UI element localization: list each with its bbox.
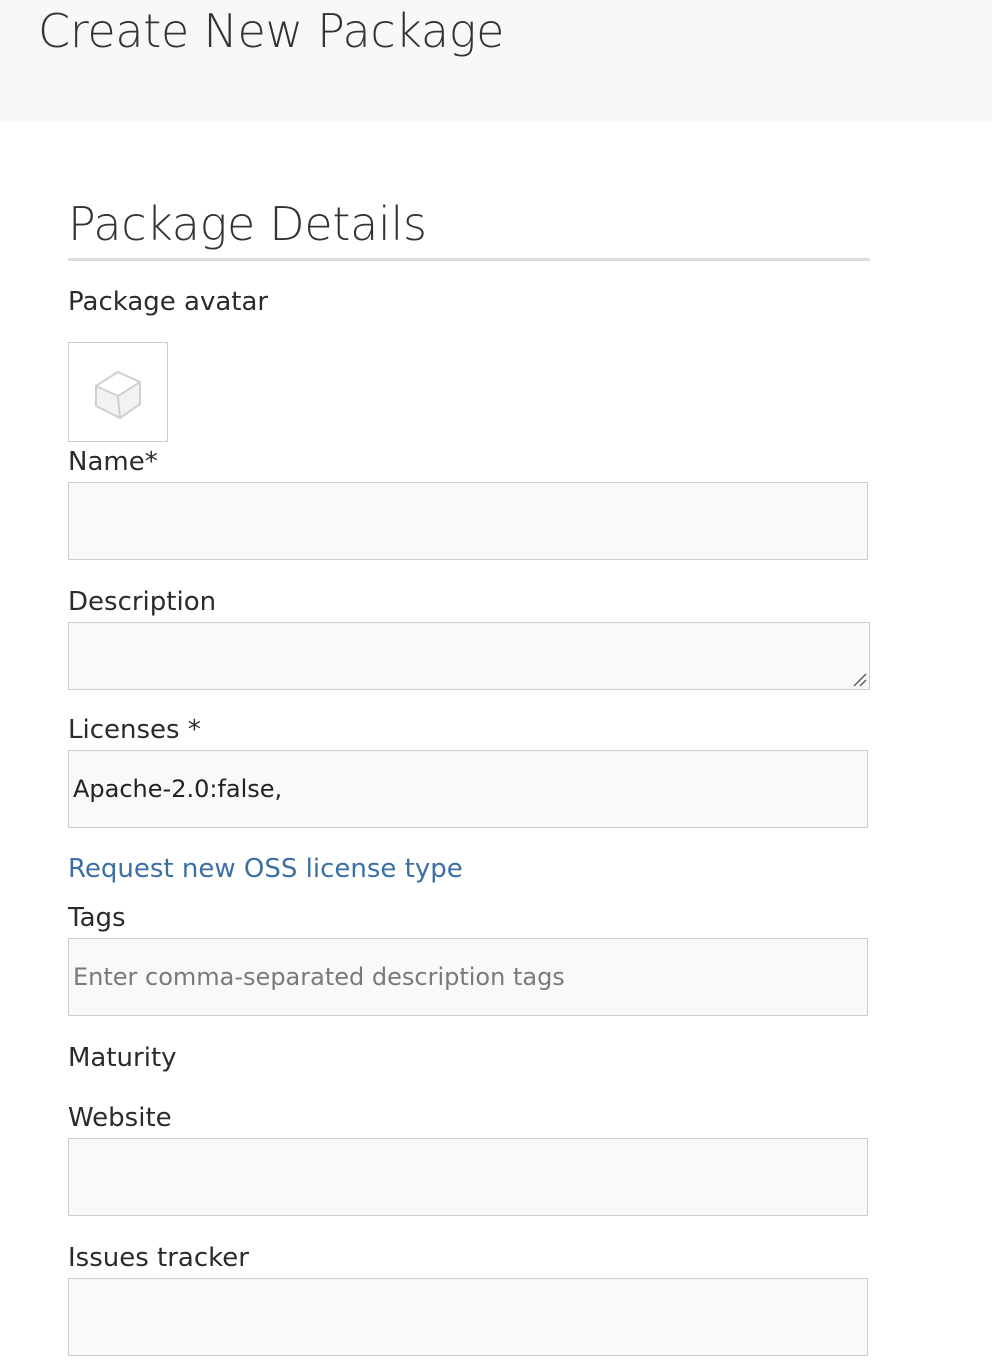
page-header: Create New Package [0, 0, 992, 122]
page-title: Create New Package [38, 4, 505, 58]
website-label: Website [68, 1103, 172, 1133]
website-input[interactable] [68, 1138, 868, 1216]
package-avatar-button[interactable] [68, 342, 168, 442]
name-input[interactable] [68, 482, 868, 560]
licenses-input[interactable] [68, 750, 868, 828]
licenses-label: Licenses * [68, 715, 201, 745]
section-divider [68, 258, 870, 261]
issues-tracker-input[interactable] [68, 1278, 868, 1356]
description-textarea[interactable] [68, 622, 870, 690]
name-label: Name* [68, 447, 158, 477]
avatar-label: Package avatar [68, 287, 269, 317]
resize-grip-icon[interactable] [851, 671, 867, 687]
issues-tracker-label: Issues tracker [68, 1243, 249, 1273]
section-title: Package Details [68, 197, 427, 251]
package-cube-icon [95, 371, 141, 419]
description-label: Description [68, 587, 217, 617]
maturity-label: Maturity [68, 1043, 177, 1073]
tags-label: Tags [68, 903, 126, 933]
tags-input[interactable] [68, 938, 868, 1016]
request-license-link[interactable]: Request new OSS license type [68, 852, 463, 886]
